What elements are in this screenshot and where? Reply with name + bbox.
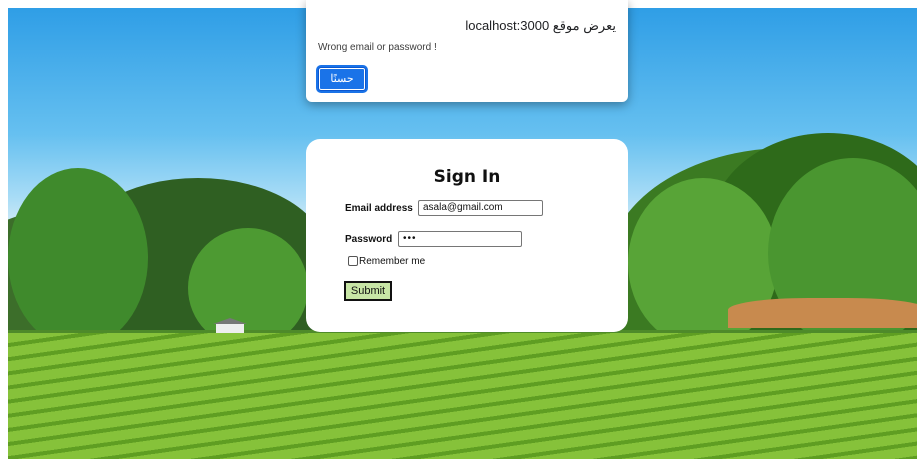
- alert-dialog: يعرض موقع localhost:3000 Wrong email or …: [306, 0, 628, 102]
- remember-me-label[interactable]: Remember me: [359, 256, 425, 267]
- submit-button[interactable]: Submit: [344, 281, 392, 301]
- remember-me-checkbox[interactable]: [348, 256, 358, 266]
- dirt-patch: [728, 298, 917, 328]
- password-label: Password: [345, 234, 393, 245]
- signin-title: Sign In: [433, 167, 501, 187]
- tree-shape: [8, 168, 148, 348]
- tea-field: [8, 333, 917, 459]
- signin-card: Sign In Email address asala@gmail.com Pa…: [306, 139, 628, 332]
- email-input[interactable]: asala@gmail.com: [418, 200, 543, 216]
- alert-title: يعرض موقع localhost:3000: [465, 18, 616, 33]
- ok-button[interactable]: حسنًا: [318, 67, 366, 91]
- alert-message: Wrong email or password !: [318, 42, 437, 53]
- password-input[interactable]: •••: [398, 231, 522, 247]
- email-label: Email address: [345, 203, 413, 214]
